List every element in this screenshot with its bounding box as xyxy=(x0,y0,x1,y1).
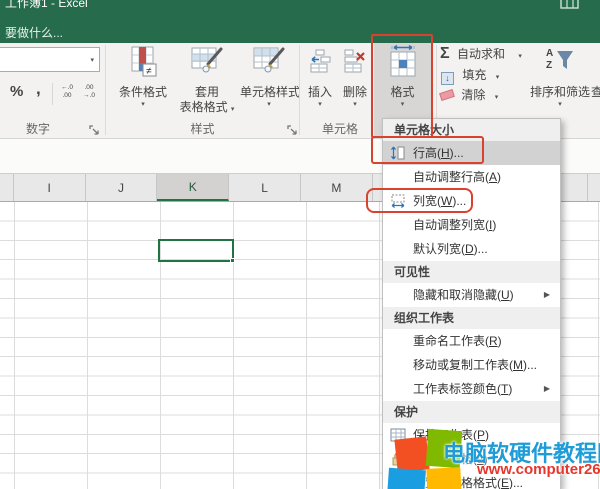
clear-button[interactable]: 清除 ▾ xyxy=(440,86,498,103)
menu-item-default-width[interactable]: 默认列宽(D)... xyxy=(383,237,560,261)
menu-item-format-cells[interactable]: * 设置单元格格式(E)... xyxy=(383,471,560,489)
sort-a-letter: A xyxy=(546,48,553,59)
number-group-label: 数字 xyxy=(8,120,68,137)
menu-item-rename-sheet[interactable]: 重命名工作表(R) xyxy=(383,329,560,353)
sigma-icon: Σ xyxy=(440,45,450,62)
increase-decimal-button[interactable]: ←.0 .00 xyxy=(56,84,78,100)
chevron-down-icon: ▾ xyxy=(338,100,372,108)
format-cells-icon: * xyxy=(390,475,406,489)
menu-section-visibility: 可见性 xyxy=(383,261,560,283)
menu-section-cell-size: 单元格大小 xyxy=(383,119,560,141)
format-icon xyxy=(388,45,418,84)
styles-dialog-launcher-icon[interactable] xyxy=(287,123,298,134)
chevron-down-icon: ▾ xyxy=(231,106,235,113)
autosum-button[interactable]: Σ 自动求和 ▾ xyxy=(440,45,522,63)
tell-me-text[interactable]: 要做什么... xyxy=(5,24,63,41)
svg-text:*: * xyxy=(393,479,396,486)
chevron-down-icon: ▾ xyxy=(495,94,499,101)
format-as-table-icon xyxy=(191,47,223,82)
column-header-m[interactable]: M xyxy=(301,174,373,201)
window-title: 工作簿1 - Excel xyxy=(5,0,88,11)
conditional-formatting-icon: ≠ xyxy=(131,46,157,83)
sort-z-letter: Z xyxy=(546,60,552,71)
column-width-icon xyxy=(390,193,406,209)
format-dropdown-menu: 单元格大小 行高(H)... 自动调整行高(A) 列宽(W)... xyxy=(382,118,561,489)
menu-section-organize-sheets: 组织工作表 xyxy=(383,307,560,329)
title-bar: 工作簿1 - Excel 要做什么... xyxy=(0,0,600,43)
chevron-down-icon: ▾ xyxy=(374,100,431,108)
excel-window: 工作簿1 - Excel 要做什么... ▾ % , ←.0 .00 .00 →… xyxy=(0,0,600,489)
eraser-icon xyxy=(439,89,455,101)
number-format-combobox[interactable]: ▾ xyxy=(0,47,100,72)
chevron-down-icon: ▾ xyxy=(303,100,337,108)
lock-cell-icon xyxy=(390,451,406,467)
column-header-partial[interactable] xyxy=(0,174,14,201)
delete-cells-icon xyxy=(343,49,367,78)
styles-group-label: 样式 xyxy=(107,120,298,137)
cell-styles-icon xyxy=(253,47,285,82)
selected-cell[interactable] xyxy=(158,239,234,262)
column-header-q-partial[interactable] xyxy=(588,174,600,201)
menu-item-lock-cell[interactable]: 锁定单元格(L) xyxy=(383,447,560,471)
menu-section-protection: 保护 xyxy=(383,401,560,423)
row-height-icon xyxy=(390,145,406,161)
menu-item-protect-sheet[interactable]: 保护工作表(P) xyxy=(383,423,560,447)
comma-style-button[interactable]: , xyxy=(36,79,41,99)
fill-down-icon: ↓ xyxy=(441,72,454,85)
menu-item-tab-color[interactable]: 工作表标签颜色(T) ▶ xyxy=(383,377,560,401)
chevron-down-icon: ▾ xyxy=(518,53,522,60)
protect-sheet-icon xyxy=(390,427,406,443)
column-header-j[interactable]: J xyxy=(86,174,158,201)
column-header-k-selected[interactable]: K xyxy=(157,174,229,201)
ribbon-display-icon[interactable] xyxy=(560,0,580,9)
insert-cells-icon xyxy=(309,49,331,78)
chevron-down-icon: ▾ xyxy=(90,56,94,64)
decrease-decimal-button[interactable]: .00 →.0 xyxy=(78,84,100,100)
svg-text:≠: ≠ xyxy=(146,66,152,77)
submenu-arrow-icon: ▶ xyxy=(544,377,550,401)
cells-group-label: 单元格 xyxy=(300,120,380,137)
find-select-label-partial[interactable]: 查 xyxy=(591,83,600,100)
group-divider xyxy=(105,45,106,135)
chevron-down-icon: ▾ xyxy=(240,100,298,108)
fill-button[interactable]: ↓ 填充 ▾ xyxy=(441,66,499,85)
column-header-i[interactable]: I xyxy=(14,174,86,201)
column-header-l[interactable]: L xyxy=(229,174,301,201)
menu-item-column-width[interactable]: 列宽(W)... xyxy=(383,189,560,213)
chevron-down-icon: ▾ xyxy=(496,74,500,81)
percent-style-button[interactable]: % xyxy=(10,83,23,100)
menu-item-autofit-column-width[interactable]: 自动调整列宽(I) xyxy=(383,213,560,237)
chevron-down-icon: ▾ xyxy=(528,100,592,108)
menu-item-row-height[interactable]: 行高(H)... xyxy=(383,141,560,165)
fill-handle[interactable] xyxy=(230,258,235,263)
menu-item-hide-unhide[interactable]: 隐藏和取消隐藏(U) ▶ xyxy=(383,283,560,307)
number-dialog-launcher-icon[interactable] xyxy=(89,123,100,134)
submenu-arrow-icon: ▶ xyxy=(544,283,550,307)
chevron-down-icon: ▾ xyxy=(112,100,174,108)
divider xyxy=(52,83,53,105)
sort-filter-icon: A Z xyxy=(544,45,576,84)
menu-item-move-copy-sheet[interactable]: 移动或复制工作表(M)... xyxy=(383,353,560,377)
menu-item-autofit-row-height[interactable]: 自动调整行高(A) xyxy=(383,165,560,189)
